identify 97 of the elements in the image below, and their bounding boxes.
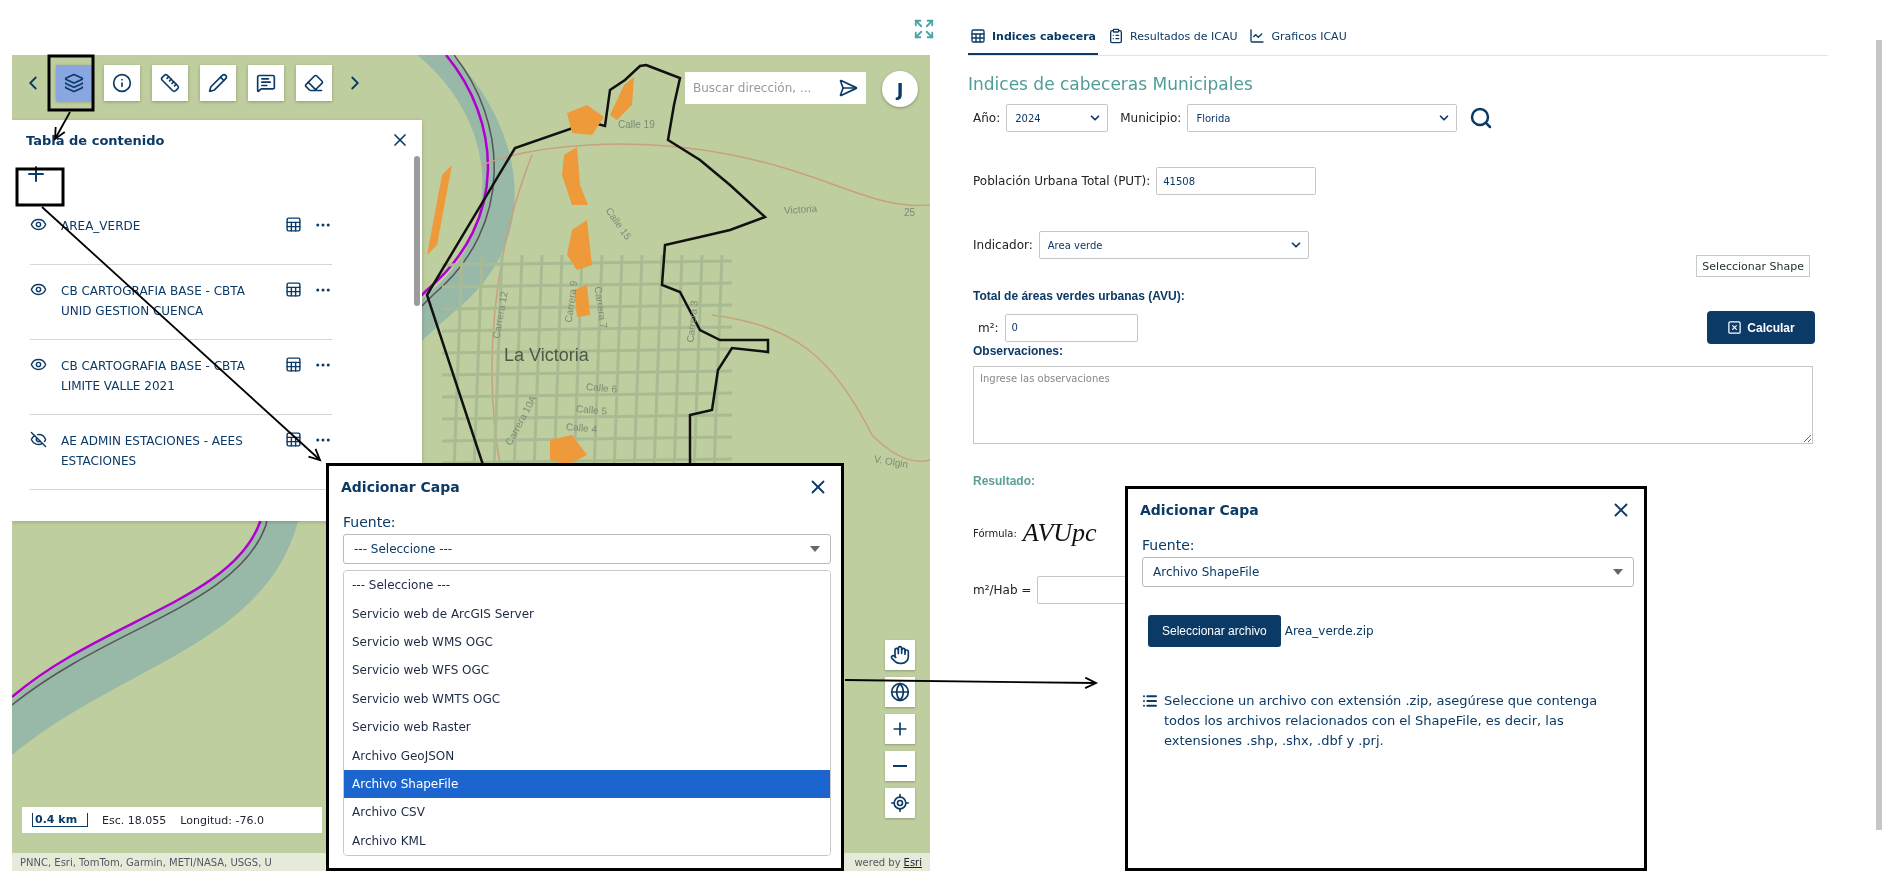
- map-label: Victoria: [783, 202, 818, 216]
- pencil-icon: [208, 73, 228, 93]
- send-icon: [838, 78, 858, 98]
- field-label: Población Urbana Total (PUT):: [973, 174, 1151, 188]
- municipality-select[interactable]: Florida: [1187, 104, 1458, 132]
- layers-icon: [64, 73, 84, 93]
- powered-by-text: wered by Esri: [854, 856, 922, 868]
- clipboard-icon: [1108, 28, 1125, 44]
- info-icon: [112, 73, 132, 93]
- table-icon: [970, 28, 986, 44]
- indicator-select[interactable]: Area verde: [1038, 231, 1309, 259]
- tool-button[interactable]: [296, 65, 332, 101]
- field-label: Fuente:: [1142, 537, 1196, 553]
- eraser-icon: [304, 73, 324, 93]
- table-icon[interactable]: [285, 431, 302, 448]
- source-select[interactable]: Archivo ShapeFile: [1142, 557, 1634, 587]
- year-select[interactable]: 2024: [1006, 104, 1109, 132]
- dialog-title: Adicionar Capa: [341, 479, 460, 495]
- section-heading: Resultado:: [973, 474, 1036, 488]
- hand-icon: [890, 645, 910, 665]
- field-label: m²/Hab =: [973, 583, 1032, 597]
- table-icon[interactable]: [285, 216, 302, 233]
- fullscreen-button[interactable]: [913, 18, 935, 40]
- map-label: Carrera 12: [490, 290, 510, 340]
- field-label: Fuente:: [343, 514, 397, 530]
- section-heading: Total de áreas verdes urbanas (AVU):: [973, 289, 1186, 303]
- ruler-icon: [160, 73, 180, 93]
- layer-name: AE ADMIN ESTACIONES - AEES ESTACIONES: [61, 433, 244, 470]
- select-shape-button[interactable]: Seleccionar Shape: [1696, 255, 1810, 277]
- tool-button[interactable]: [200, 65, 236, 101]
- eye-icon[interactable]: [30, 216, 47, 233]
- attribution-text: PNNC, Esri, TomTom, Garmin, METI/NASA, USGS, U: [20, 856, 272, 868]
- map-label: 25: [904, 207, 916, 218]
- eye-icon[interactable]: [30, 356, 47, 373]
- tab[interactable]: Resultados de ICAU: [1106, 22, 1240, 55]
- map-label: Calle 19: [618, 119, 655, 130]
- map-label: Carrera 3: [684, 299, 700, 344]
- select-file-button[interactable]: Seleccionar archivo: [1148, 615, 1281, 647]
- tool-button[interactable]: [104, 65, 140, 101]
- caret-icon: [1613, 569, 1623, 575]
- source-select[interactable]: --- Seleccione ---: [343, 534, 831, 564]
- map-label: V. Olgin: [873, 453, 910, 470]
- locate-button[interactable]: [885, 788, 915, 818]
- tab[interactable]: Graficos ICAU: [1247, 22, 1349, 55]
- tab[interactable]: Indices cabecera: [968, 22, 1099, 55]
- highlight-frame: [47, 54, 95, 112]
- field-label: Año:: [973, 111, 1001, 125]
- globe-icon: [890, 682, 910, 702]
- search-icon[interactable]: [1469, 106, 1494, 130]
- map-label: La Victoria: [504, 345, 589, 366]
- page-title: Indices de cabeceras Municipales: [968, 74, 1254, 94]
- longitude-readout: Longitud: -76.0: [180, 813, 264, 827]
- map-label: Calle 5: [575, 403, 608, 417]
- table-icon[interactable]: [285, 356, 302, 373]
- minus-icon: [893, 765, 907, 767]
- pan-button[interactable]: [885, 640, 915, 670]
- globe-button[interactable]: [885, 677, 915, 707]
- esri-link[interactable]: Esri: [903, 856, 922, 868]
- tool-button[interactable]: [152, 65, 188, 101]
- help-text: Seleccione un archivo con extensión .zip, asegúrese que contenga todos los archivos relacionados con el ShapeFile, es decir, las extensiones .shp, .shx, .dbf y .prj.: [1164, 692, 1599, 750]
- table-icon[interactable]: [285, 281, 302, 298]
- zoom-in-button[interactable]: [885, 714, 915, 744]
- observations-field[interactable]: Ingrese las observaciones: [973, 366, 1813, 444]
- field-label: m²:: [978, 320, 999, 335]
- tool-button[interactable]: [56, 65, 92, 101]
- field-label: Fórmula:: [973, 527, 1017, 539]
- section-heading: Observaciones:: [973, 344, 1065, 358]
- panel-title: Tabla de contenido: [26, 132, 165, 148]
- dropdown-option[interactable]: Archivo ShapeFile: [344, 769, 830, 799]
- calculate-button[interactable]: Calcular: [1707, 311, 1815, 344]
- locate-icon: [890, 793, 910, 813]
- eye-off-icon[interactable]: [30, 431, 47, 448]
- tool-button[interactable]: [248, 65, 284, 101]
- scrollbar[interactable]: [414, 156, 420, 306]
- map-label: Calle 4: [565, 421, 598, 435]
- formula: AVUpc: [1022, 518, 1097, 548]
- file-name: Area_verde.zip: [1284, 624, 1374, 638]
- field-label: Municipio:: [1120, 111, 1182, 125]
- list-icon: [1142, 693, 1158, 709]
- caret-icon: [810, 546, 820, 552]
- field-label: Indicador:: [973, 238, 1033, 252]
- eye-icon[interactable]: [30, 281, 47, 298]
- area-field[interactable]: 0: [1004, 313, 1138, 342]
- scale-ratio: Esc. 18.055: [102, 813, 167, 827]
- scrollbar[interactable]: [1876, 40, 1882, 830]
- map-label: Carrera 7: [592, 285, 610, 330]
- map-label: Calle 6: [585, 381, 618, 395]
- highlight-frame: [15, 167, 65, 207]
- address-search-field[interactable]: Buscar dirección, ...: [685, 72, 866, 104]
- speech-bubble-icon: [256, 73, 276, 93]
- population-field[interactable]: 41508: [1156, 167, 1317, 195]
- line-chart-icon: [1249, 28, 1266, 44]
- calculator-icon: [1727, 320, 1743, 335]
- zoom-out-button[interactable]: [885, 751, 915, 781]
- expand-icon: [913, 18, 935, 40]
- dialog-title: Adicionar Capa: [1140, 502, 1259, 518]
- scale-bar: 0.4 km: [32, 813, 89, 827]
